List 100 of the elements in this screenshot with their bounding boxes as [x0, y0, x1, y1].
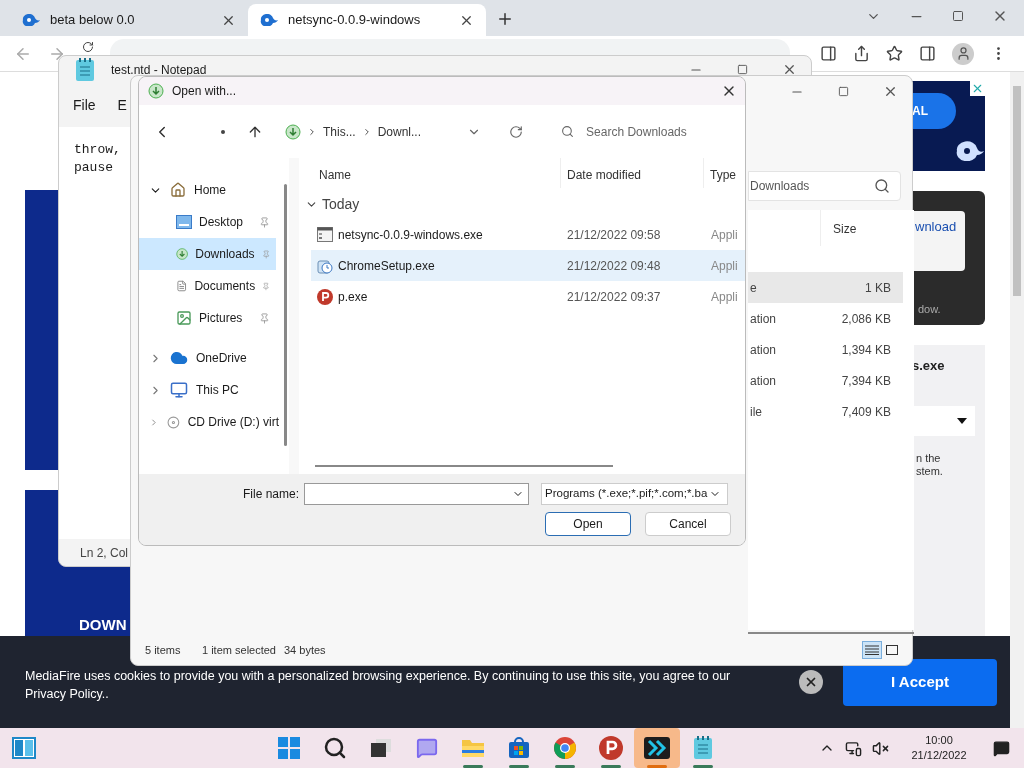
store-bag-icon [508, 737, 530, 759]
app-window-icon [317, 227, 333, 242]
blocked-popup-icon[interactable] [820, 45, 837, 62]
size-text: 1 KB [865, 279, 891, 297]
tile-view-icon [886, 645, 898, 655]
flame-logo-icon [22, 14, 40, 26]
close-icon[interactable] [782, 62, 797, 77]
side-panel-icon[interactable] [919, 45, 936, 62]
group-header[interactable]: Today [305, 194, 360, 215]
column-header[interactable]: Name [299, 158, 561, 188]
tree-item[interactable]: Downloads [139, 238, 276, 270]
size-text: 7,394 KB [841, 372, 891, 390]
dialog-button[interactable]: Open [545, 512, 631, 536]
document-icon [176, 278, 188, 294]
tree-item[interactable]: This PC [139, 374, 279, 406]
reload-icon[interactable] [82, 41, 94, 53]
maximize-icon[interactable] [737, 64, 748, 75]
close-icon[interactable] [883, 84, 898, 99]
type-text: ation [750, 341, 777, 359]
file-row[interactable]: netsync-0.0.9-windows.exe 21/12/2022 09:58 Appli [311, 219, 745, 250]
taskbar-app-button[interactable] [634, 728, 680, 768]
file-row[interactable]: ation 1,394 KB [748, 334, 903, 365]
download-icon [176, 246, 189, 262]
tree-item[interactable]: OneDrive [139, 342, 279, 374]
menu-item[interactable]: E [117, 94, 127, 116]
caret-icon [957, 417, 967, 424]
tree-item[interactable]: CD Drive (D:) virt [139, 406, 279, 438]
tree-item[interactable]: Documents [139, 270, 276, 302]
tree-item[interactable]: Desktop [139, 206, 276, 238]
file-row[interactable]: ChromeSetup.exe 21/12/2022 09:48 Appli [311, 250, 745, 281]
network-icon[interactable] [845, 739, 862, 757]
new-tab-icon[interactable] [496, 10, 514, 28]
type-text: ile [750, 403, 762, 421]
file-row[interactable]: ation 7,394 KB [748, 365, 903, 396]
size-text: 2,086 KB [841, 310, 891, 328]
refresh-icon[interactable] [509, 124, 524, 139]
note-text: n the stem. [916, 451, 944, 478]
p-logo-icon [317, 288, 333, 305]
ad-button[interactable]: AL [910, 93, 956, 129]
text-line: pause [74, 159, 113, 177]
maximize-icon[interactable] [952, 10, 964, 22]
field-label: File name: [241, 486, 300, 503]
status-text: Ln 2, Col [80, 544, 129, 562]
notepad-icon [693, 736, 713, 760]
star-icon[interactable] [886, 45, 903, 62]
size-text: 7,409 KB [841, 403, 891, 421]
breadcrumb-item[interactable]: This... [323, 122, 356, 141]
profile-avatar[interactable] [952, 42, 974, 65]
pin-icon [262, 280, 270, 292]
menu-item[interactable]: File [73, 94, 96, 116]
pin-icon [259, 312, 270, 324]
type-text: Appli [711, 257, 738, 275]
notifications-icon[interactable] [993, 739, 1010, 757]
file-title: s.exe [912, 357, 946, 375]
column-header[interactable]: Size [821, 210, 857, 246]
file-row[interactable]: ation 2,086 KB [748, 303, 903, 334]
breadcrumb-item[interactable]: Downl... [377, 122, 422, 141]
widgets-icon [12, 737, 36, 759]
dialog-button[interactable]: Cancel [645, 512, 731, 536]
file-name-field[interactable] [304, 483, 529, 505]
dismiss-button[interactable] [799, 670, 823, 694]
close-icon[interactable] [804, 675, 818, 689]
status-text: 34 bytes [284, 642, 326, 658]
date-text: 21/12/2022 09:37 [567, 288, 662, 306]
flame-logo-icon [260, 14, 278, 26]
column-header[interactable]: Date modified [561, 158, 704, 188]
search-icon [874, 178, 890, 194]
list-view-icon [865, 645, 879, 655]
file-row[interactable]: e 1 KB [748, 272, 903, 303]
notice-text: dow. [918, 302, 941, 317]
folder-icon [461, 738, 485, 758]
tree-item[interactable]: Home [139, 174, 279, 206]
disc-icon [166, 413, 180, 431]
pin-icon [259, 216, 270, 228]
tree-item[interactable]: Pictures [139, 302, 276, 334]
file-row[interactable]: p.exe 21/12/2022 09:37 Appli [311, 281, 745, 312]
clock[interactable]: 10:00 21/12/2022 [909, 733, 969, 763]
file-name: p.exe [338, 288, 368, 306]
search-field[interactable]: Downloads [748, 171, 901, 201]
view-toggle[interactable] [862, 641, 882, 659]
muted-speaker-icon[interactable] [872, 739, 889, 757]
maximize-icon[interactable] [838, 86, 849, 97]
share-icon[interactable] [853, 45, 870, 62]
p-logo-icon [599, 736, 623, 760]
file-type-dropdown[interactable]: Programs (*.exe;*.pif;*.com;*.ba [541, 483, 728, 505]
date-text: 21/12/2022 09:58 [567, 226, 662, 244]
column-header[interactable]: Type [704, 166, 736, 188]
installer-icon [317, 257, 333, 274]
search-icon [561, 125, 575, 138]
accept-button[interactable]: I Accept [843, 659, 997, 706]
notepad-icon [75, 57, 95, 82]
file-row[interactable]: ile 7,409 KB [748, 396, 903, 427]
double-chevron-icon [644, 737, 670, 759]
type-text: Appli [711, 288, 738, 306]
text-line: throw, [74, 141, 121, 159]
search-field[interactable]: Search Downloads [561, 122, 687, 141]
browser-tab[interactable]: netsync-0.0.9-windows [248, 4, 486, 36]
separator-icon [307, 126, 317, 137]
type-text: ation [750, 372, 777, 390]
browser-tab[interactable]: beta below 0.0 [10, 4, 248, 36]
